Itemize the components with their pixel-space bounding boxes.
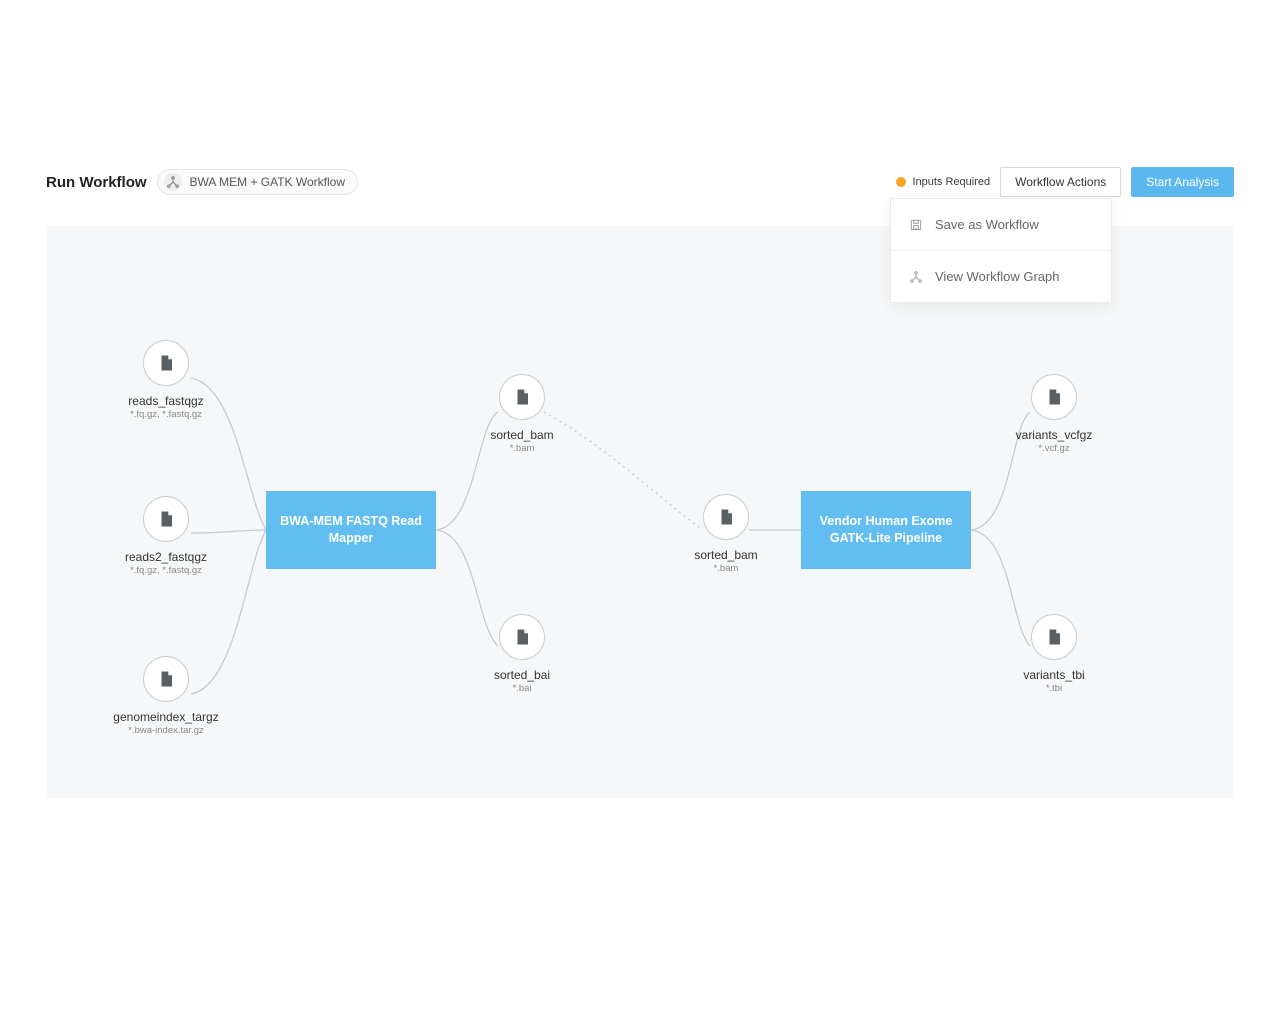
page-title: Run Workflow: [46, 174, 147, 191]
workflow-icon: [164, 173, 182, 191]
file-ext: *.bwa-index.tar.gz: [106, 725, 226, 736]
file-ext: *.fq.gz, *.fastq.gz: [106, 409, 226, 420]
file-name: reads_fastqgz: [106, 394, 226, 408]
workflow-canvas[interactable]: reads_fastqgz *.fq.gz, *.fastq.gz reads2…: [46, 226, 1234, 798]
warning-dot-icon: [896, 177, 906, 187]
file-node-sorted-bam-2[interactable]: sorted_bam *.bam: [666, 494, 786, 574]
stage-bwa-mem[interactable]: BWA-MEM FASTQ Read Mapper: [266, 491, 436, 569]
file-icon: [1031, 374, 1077, 420]
file-ext: *.bam: [462, 443, 582, 454]
workflow-name: BWA MEM + GATK Workflow: [190, 175, 345, 189]
file-name: sorted_bam: [666, 548, 786, 562]
file-ext: *.bam: [666, 563, 786, 574]
file-name: sorted_bai: [462, 668, 582, 682]
menu-item-view-workflow-graph[interactable]: View Workflow Graph: [891, 250, 1111, 302]
file-icon: [143, 496, 189, 542]
inputs-required-badge: Inputs Required: [896, 176, 990, 188]
workflow-actions-menu: Save as Workflow View Workflow Graph: [890, 198, 1112, 303]
graph-icon: [909, 270, 923, 284]
file-node-reads2-fastqgz[interactable]: reads2_fastqgz *.fq.gz, *.fastq.gz: [106, 496, 226, 576]
workflow-chip[interactable]: BWA MEM + GATK Workflow: [157, 169, 358, 195]
file-node-variants-vcfgz[interactable]: variants_vcfgz *.vcf.gz: [994, 374, 1114, 454]
file-node-sorted-bai[interactable]: sorted_bai *.bai: [462, 614, 582, 694]
file-name: sorted_bam: [462, 428, 582, 442]
stage-label: Vendor Human Exome GATK-Lite Pipeline: [811, 513, 961, 547]
file-name: variants_vcfgz: [994, 428, 1114, 442]
file-node-sorted-bam-1[interactable]: sorted_bam *.bam: [462, 374, 582, 454]
header-right: Inputs Required Workflow Actions Start A…: [896, 167, 1234, 197]
workflow-actions-button[interactable]: Workflow Actions: [1000, 167, 1121, 197]
menu-item-label: Save as Workflow: [935, 217, 1039, 232]
stage-label: BWA-MEM FASTQ Read Mapper: [276, 513, 426, 547]
start-analysis-button[interactable]: Start Analysis: [1131, 167, 1234, 197]
file-icon: [1031, 614, 1077, 660]
file-node-reads-fastqgz[interactable]: reads_fastqgz *.fq.gz, *.fastq.gz: [106, 340, 226, 420]
file-icon: [703, 494, 749, 540]
file-ext: *.fq.gz, *.fastq.gz: [106, 565, 226, 576]
header-left: Run Workflow BWA MEM + GATK Workflow: [46, 169, 358, 195]
file-name: reads2_fastqgz: [106, 550, 226, 564]
file-icon: [499, 374, 545, 420]
menu-item-label: View Workflow Graph: [935, 269, 1060, 284]
menu-item-save-as-workflow[interactable]: Save as Workflow: [891, 199, 1111, 250]
file-icon: [499, 614, 545, 660]
file-name: variants_tbi: [994, 668, 1114, 682]
file-icon: [143, 340, 189, 386]
stage-gatk-lite[interactable]: Vendor Human Exome GATK-Lite Pipeline: [801, 491, 971, 569]
file-ext: *.bai: [462, 683, 582, 694]
file-node-variants-tbi[interactable]: variants_tbi *.tbi: [994, 614, 1114, 694]
file-node-genomeindex-targz[interactable]: genomeindex_targz *.bwa-index.tar.gz: [106, 656, 226, 736]
file-icon: [143, 656, 189, 702]
file-ext: *.vcf.gz: [994, 443, 1114, 454]
file-ext: *.tbi: [994, 683, 1114, 694]
save-icon: [909, 218, 923, 232]
header-bar: Run Workflow BWA MEM + GATK Workflow Inp…: [46, 168, 1234, 196]
inputs-required-label: Inputs Required: [912, 176, 990, 188]
file-name: genomeindex_targz: [106, 710, 226, 724]
